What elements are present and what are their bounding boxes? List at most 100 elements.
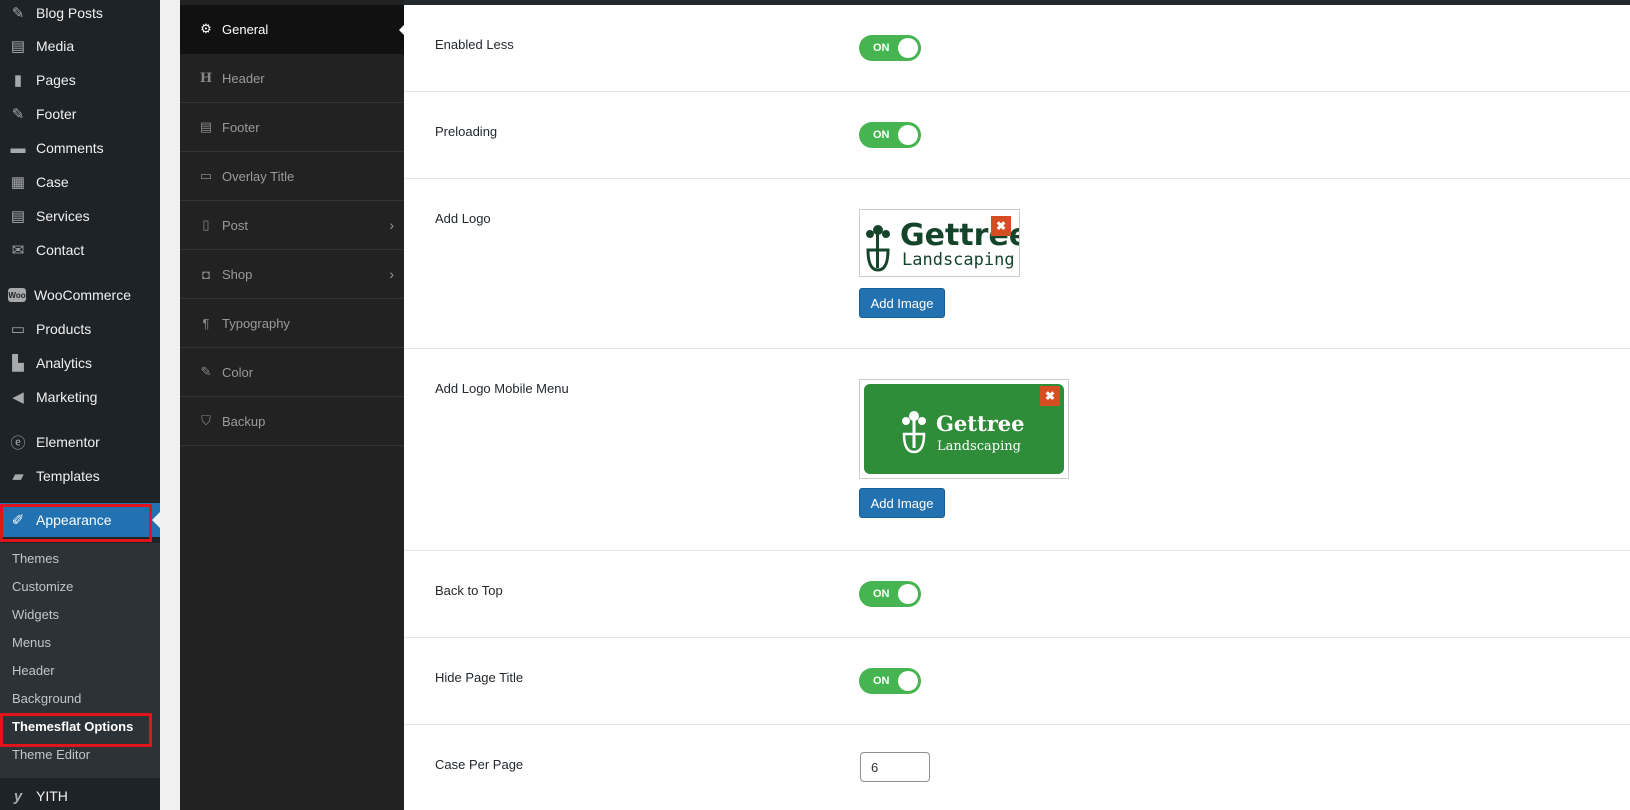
- submenu-background[interactable]: Background: [12, 688, 81, 708]
- submenu-header[interactable]: Header: [12, 660, 55, 680]
- footer-icon: ▤: [199, 119, 213, 134]
- menu-item-media[interactable]: ▤ Media: [0, 29, 160, 63]
- setting-label: Back to Top: [435, 583, 503, 598]
- admin-sidebar: ✎ Blog Posts ▤ Media ▮ Pages ✎ Footer ▬ Comme…: [0, 0, 160, 810]
- menu-item-marketing[interactable]: ◀ Marketing: [0, 380, 160, 414]
- options-nav: ⚙ General H Header ▤ Footer ▭ Overlay Title …: [180, 0, 405, 810]
- mail-icon: ✉: [11, 242, 25, 259]
- archive-icon: ▭: [10, 321, 26, 338]
- svg-text:Landscaping: Landscaping: [937, 439, 1021, 454]
- menu-item-pages[interactable]: ▮ Pages: [0, 63, 160, 97]
- appearance-submenu: Themes Customize Widgets Menus Header Ba…: [0, 543, 160, 778]
- menu-item-templates[interactable]: ▰ Templates: [0, 459, 160, 493]
- woo-icon: Woo: [8, 288, 26, 302]
- mobile-logo-image: Gettree Landscaping: [864, 384, 1064, 474]
- tab-shop[interactable]: ◘ Shop ›: [180, 250, 404, 299]
- tab-header[interactable]: H Header: [180, 54, 404, 103]
- menu-item-blog-posts[interactable]: ✎ Blog Posts: [0, 0, 160, 30]
- window-icon: ▭: [199, 168, 213, 183]
- menu-item-woocommerce[interactable]: Woo WooCommerce: [0, 278, 160, 312]
- menu-item-yith[interactable]: y YITH: [0, 779, 160, 810]
- menu-item-contact[interactable]: ✉ Contact: [0, 233, 160, 267]
- setting-label: Case Per Page: [435, 757, 524, 772]
- yith-icon: y: [13, 787, 23, 805]
- enabled-less-toggle[interactable]: ON: [859, 35, 921, 61]
- remove-logo-button[interactable]: ✖: [991, 216, 1011, 236]
- tab-typography[interactable]: ¶ Typography: [180, 299, 404, 348]
- header-icon: H: [199, 70, 213, 86]
- logo-preview: Gettree Landscaping ✖: [859, 209, 1020, 277]
- tab-post[interactable]: ▯ Post ›: [180, 201, 404, 250]
- calendar-icon: ▦: [10, 174, 26, 191]
- svg-text:Gettree: Gettree: [936, 411, 1024, 436]
- menu-item-case[interactable]: ▦ Case: [0, 165, 160, 199]
- pages-icon: ▮: [13, 72, 23, 89]
- submenu-widgets[interactable]: Widgets: [12, 604, 59, 624]
- submenu-themes[interactable]: Themes: [12, 548, 59, 568]
- tab-color[interactable]: ✎ Color: [180, 348, 404, 397]
- setting-label: Add Logo Mobile Menu: [435, 381, 569, 396]
- submenu-theme-editor[interactable]: Theme Editor: [12, 744, 90, 764]
- tree-shovel-icon: [866, 225, 890, 272]
- toggle-knob: [898, 125, 918, 145]
- toggle-knob: [898, 671, 918, 691]
- shield-icon: ⛉: [201, 413, 211, 428]
- comments-icon: ▬: [10, 139, 26, 157]
- paintbrush-icon: ✐: [11, 512, 25, 529]
- mobile-logo-preview: Gettree Landscaping ✖: [859, 379, 1069, 479]
- submenu-themesflat-options[interactable]: Themesflat Options: [12, 716, 133, 736]
- submenu-menus[interactable]: Menus: [12, 632, 51, 652]
- bag-icon: ◘: [202, 266, 210, 282]
- menu-item-analytics[interactable]: ▙ Analytics: [0, 346, 160, 380]
- setting-label: Add Logo: [435, 211, 491, 226]
- preloading-toggle[interactable]: ON: [859, 122, 921, 148]
- submenu-customize[interactable]: Customize: [12, 576, 73, 596]
- pin-icon: ✎: [11, 106, 25, 123]
- back-to-top-toggle[interactable]: ON: [859, 581, 921, 607]
- setting-row-hide-page-title: Hide Page Title ON: [404, 638, 1630, 725]
- setting-row-add-logo: Add Logo Gettree Landscaping ✖ Add Image: [404, 179, 1630, 349]
- post-icon: ▯: [202, 217, 210, 232]
- menu-item-appearance[interactable]: ✐ Appearance: [0, 503, 160, 537]
- paragraph-icon: ¶: [202, 315, 210, 331]
- menu-item-comments[interactable]: ▬ Comments: [0, 131, 160, 165]
- setting-row-enabled-less: Enabled Less ON: [404, 5, 1630, 92]
- elementor-icon: ⓔ: [10, 434, 26, 452]
- tree-shovel-icon: [902, 411, 926, 454]
- media-icon: ▤: [10, 38, 26, 55]
- setting-row-preloading: Preloading ON: [404, 92, 1630, 179]
- toggle-knob: [898, 38, 918, 58]
- settings-content: Enabled Less ON Preloading ON Add Logo G…: [404, 0, 1630, 810]
- hide-page-title-toggle[interactable]: ON: [859, 668, 921, 694]
- setting-row-back-to-top: Back to Top ON: [404, 551, 1630, 638]
- folder-icon: ▰: [12, 468, 24, 485]
- setting-label: Preloading: [435, 124, 498, 139]
- tab-backup[interactable]: ⛉ Backup: [180, 397, 404, 446]
- svg-text:Landscaping: Landscaping: [902, 250, 1015, 270]
- tab-general[interactable]: ⚙ General: [180, 5, 405, 54]
- setting-label: Enabled Less: [435, 37, 514, 52]
- chevron-right-icon: ›: [389, 266, 394, 282]
- add-mobile-logo-image-button[interactable]: Add Image: [859, 488, 945, 518]
- setting-row-case-per-page: Case Per Page 6: [404, 725, 1630, 810]
- setting-row-add-logo-mobile: Add Logo Mobile Menu Gettree Landscaping…: [404, 349, 1630, 551]
- services-icon: ▤: [10, 208, 26, 225]
- menu-item-footer[interactable]: ✎ Footer: [0, 97, 160, 131]
- megaphone-icon: ◀: [12, 389, 24, 406]
- case-per-page-input[interactable]: 6: [860, 752, 930, 782]
- pin-icon: ✎: [11, 5, 25, 22]
- menu-item-services[interactable]: ▤ Services: [0, 199, 160, 233]
- menu-item-products[interactable]: ▭ Products: [0, 312, 160, 346]
- tab-overlay-title[interactable]: ▭ Overlay Title: [180, 152, 404, 201]
- gears-icon: ⚙: [200, 21, 212, 36]
- menu-item-elementor[interactable]: ⓔ Elementor: [0, 425, 160, 459]
- top-bar: [404, 0, 1630, 5]
- remove-mobile-logo-button[interactable]: ✖: [1040, 386, 1060, 406]
- toggle-knob: [898, 584, 918, 604]
- chevron-right-icon: ›: [389, 217, 394, 233]
- add-logo-image-button[interactable]: Add Image: [859, 288, 945, 318]
- setting-label: Hide Page Title: [435, 670, 524, 685]
- tab-footer[interactable]: ▤ Footer: [180, 103, 404, 152]
- brush-icon: ✎: [200, 364, 212, 379]
- logo-graphic: Gettree Landscaping: [902, 411, 1024, 454]
